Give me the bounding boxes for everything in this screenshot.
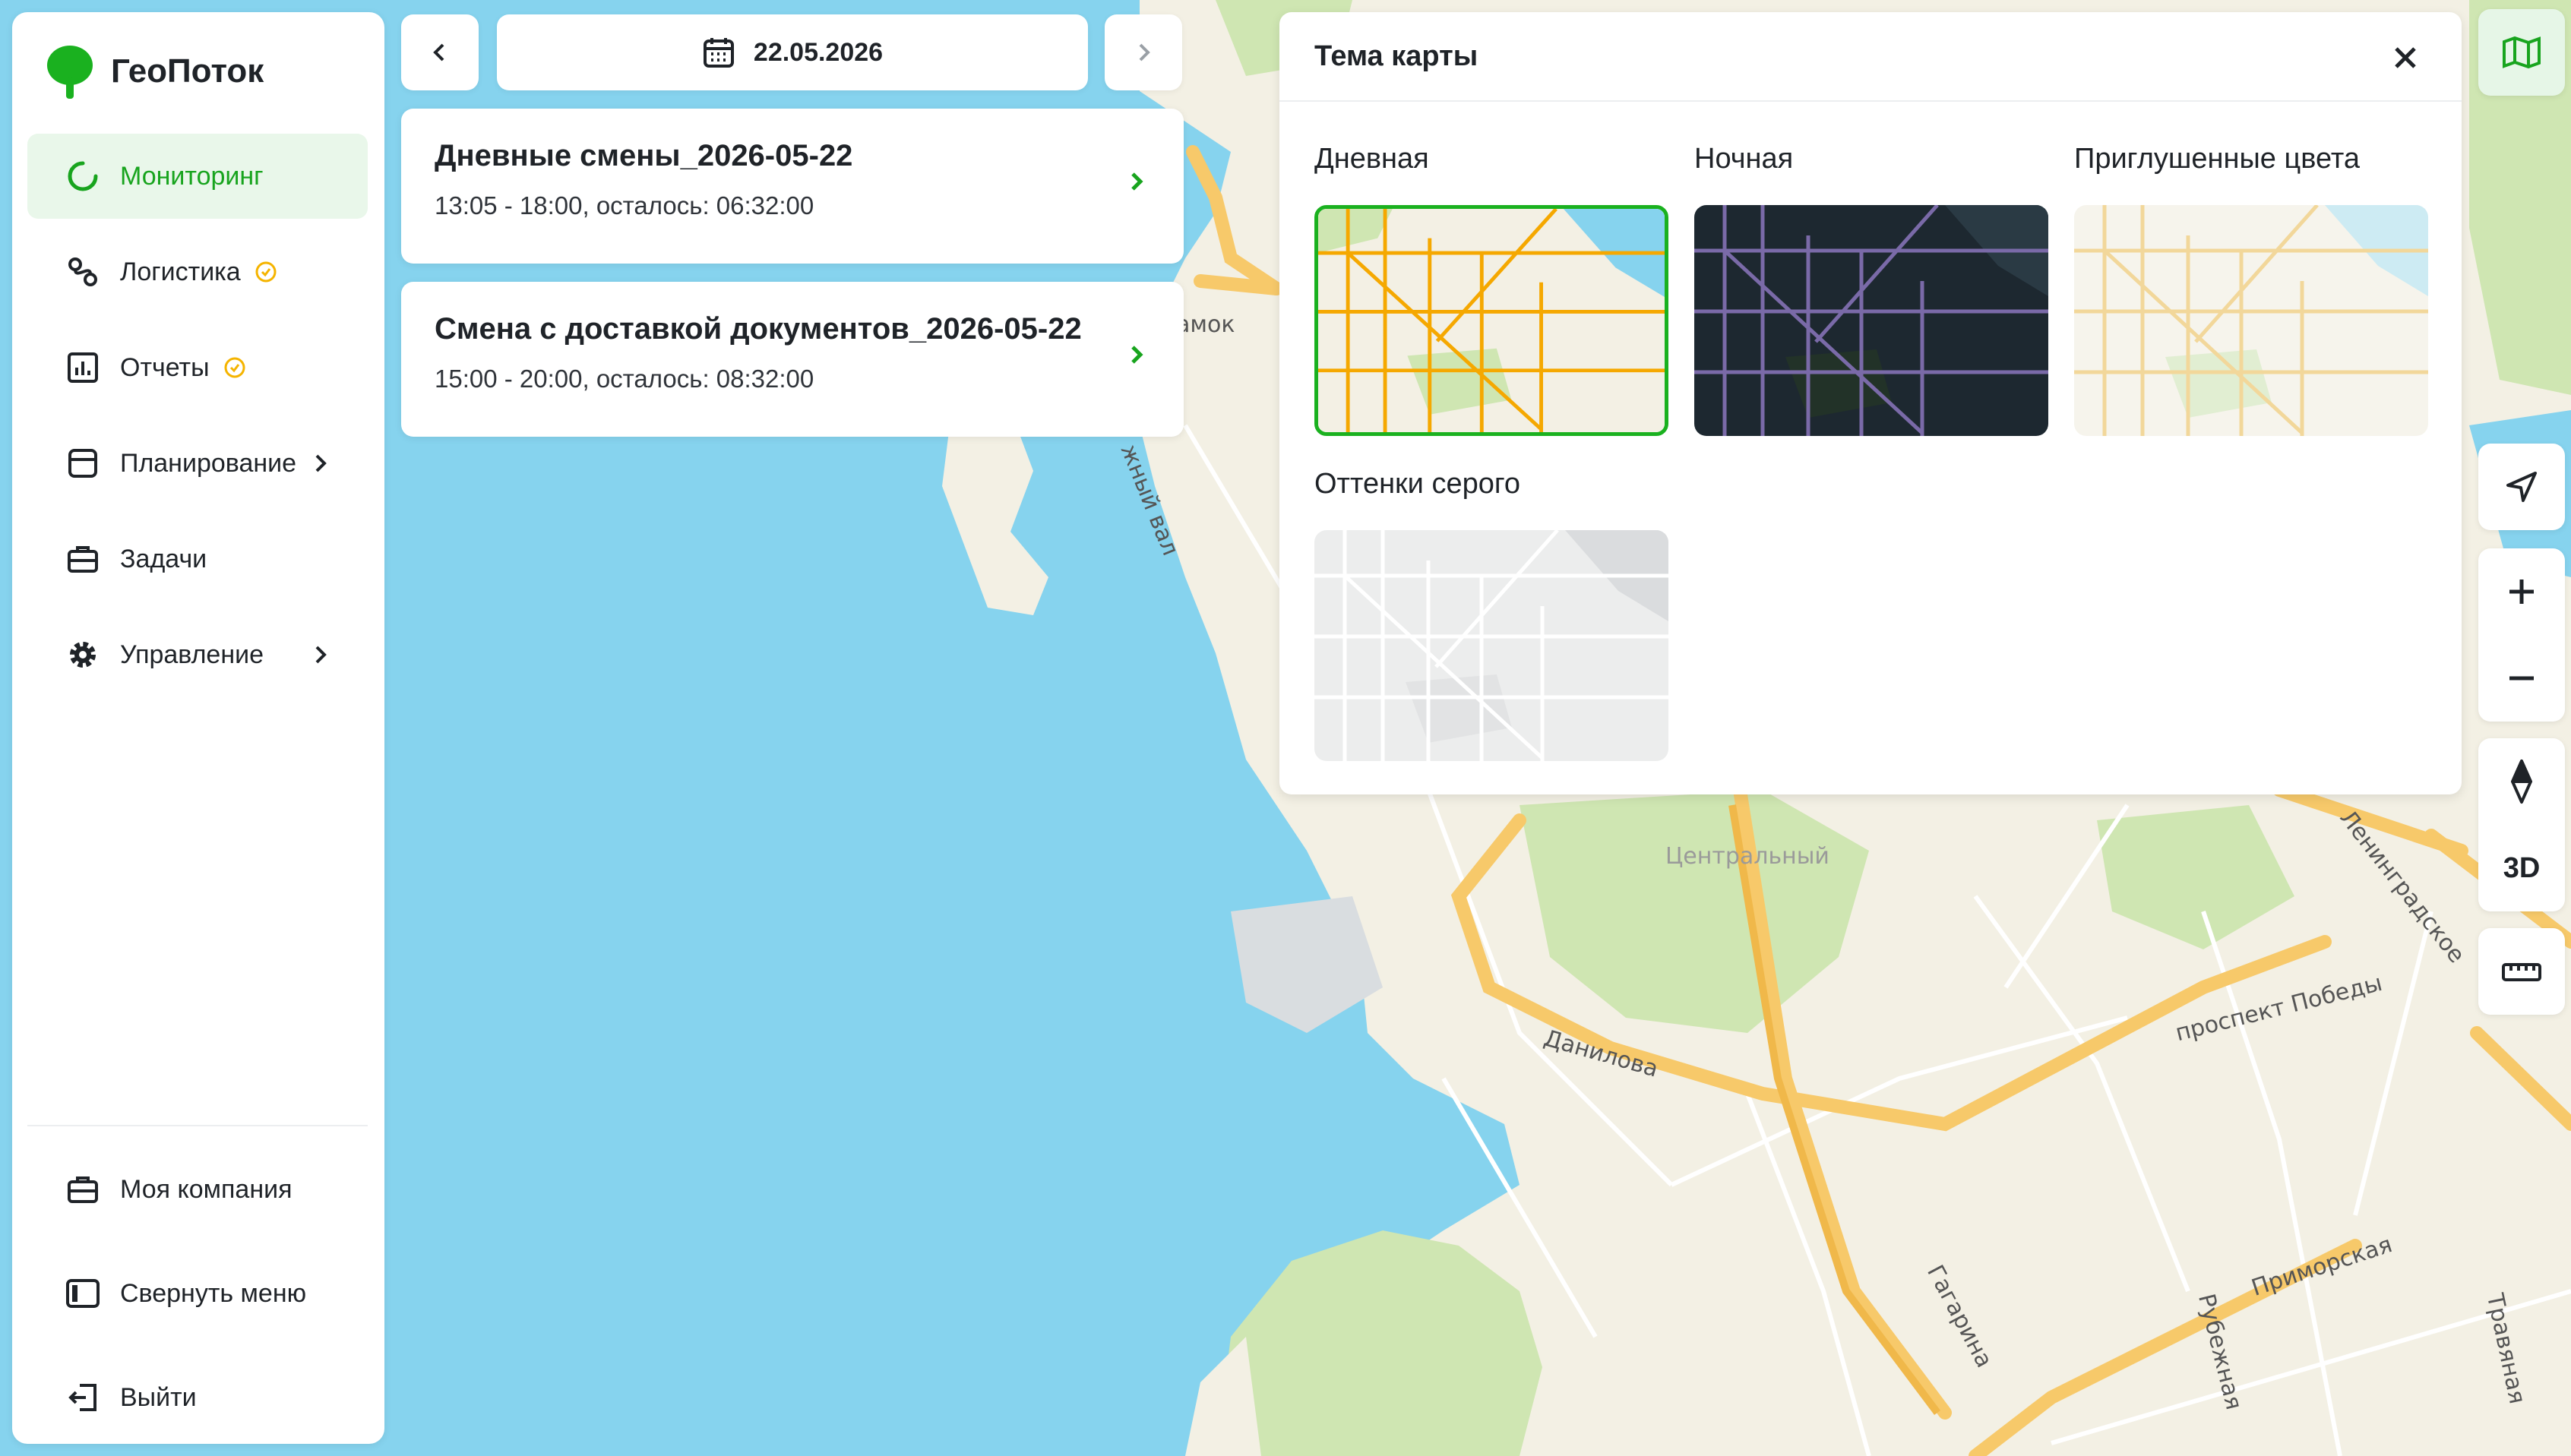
- sidebar-item-label: Мониторинг: [120, 161, 264, 191]
- compass-icon: [2511, 760, 2532, 804]
- sidebar: ГеоПоток Мониторинг Логистика Отчеты Пла…: [12, 12, 384, 1444]
- chevron-right-icon: [307, 450, 334, 477]
- theme-option-muted[interactable]: [2074, 205, 2428, 436]
- logo[interactable]: ГеоПоток: [46, 44, 264, 99]
- clock-badge-icon: [255, 261, 277, 283]
- sidebar-item-label: Управление: [120, 640, 264, 669]
- sidebar-divider: [27, 1125, 368, 1126]
- logout-icon: [65, 1380, 100, 1415]
- view-controls: 3D: [2478, 738, 2565, 911]
- sidebar-item-label: Моя компания: [120, 1174, 293, 1204]
- muted-preview: [2074, 205, 2428, 436]
- sidebar-item-logistics[interactable]: Логистика: [27, 229, 368, 314]
- ruler-button[interactable]: [2478, 928, 2565, 1015]
- zoom-out-button[interactable]: [2478, 635, 2565, 722]
- chevron-right-icon: [307, 641, 334, 668]
- theme-option-day[interactable]: [1314, 205, 1668, 436]
- chevron-left-icon: [433, 43, 444, 62]
- map-theme-button[interactable]: [2478, 9, 2565, 96]
- night-preview: [1694, 205, 2048, 436]
- ruler-icon: [2502, 963, 2541, 981]
- prev-date-button[interactable]: [401, 14, 479, 90]
- zoom-controls: [2478, 548, 2565, 722]
- chart-icon: [65, 350, 100, 385]
- clock-badge-icon: [223, 356, 246, 379]
- sidebar-item-logout[interactable]: Выйти: [27, 1355, 368, 1440]
- shift-card[interactable]: Дневные смены_2026-05-22 13:05 - 18:00, …: [401, 109, 1184, 264]
- sidebar-item-monitoring[interactable]: Мониторинг: [27, 134, 368, 219]
- sidebar-collapse-icon: [65, 1276, 100, 1311]
- day-preview: [1318, 209, 1665, 432]
- theme-label-gray: Оттенки серого: [1314, 468, 1521, 500]
- shift-time: 13:05 - 18:00, осталось: 06:32:00: [435, 191, 814, 220]
- sidebar-item-planning[interactable]: Планирование: [27, 421, 368, 506]
- theme-label-day: Дневная: [1314, 143, 1429, 175]
- gray-preview: [1314, 530, 1668, 761]
- map-icon: [2503, 36, 2541, 69]
- panel-header: Тема карты: [1279, 12, 2462, 102]
- compass-button[interactable]: [2478, 738, 2565, 825]
- date-picker[interactable]: 22.05.2026: [497, 14, 1088, 90]
- theme-label-muted: Приглушенные цвета: [2074, 143, 2360, 175]
- gear-icon: [65, 637, 100, 672]
- minus-icon: [2509, 676, 2534, 681]
- calendar-icon: [703, 38, 734, 68]
- map-label-zamok: амок: [1176, 311, 1235, 338]
- sidebar-item-collapse[interactable]: Свернуть меню: [27, 1251, 368, 1336]
- theme-option-gray[interactable]: [1314, 530, 1668, 761]
- shift-card[interactable]: Смена с доставкой документов_2026-05-22 …: [401, 282, 1184, 437]
- plus-icon: [2509, 580, 2534, 604]
- chevron-right-icon: [1131, 172, 1143, 191]
- sidebar-item-label: Отчеты: [120, 352, 210, 382]
- current-date: 22.05.2026: [753, 37, 884, 67]
- briefcase-icon: [65, 1172, 100, 1207]
- sidebar-item-label: Свернуть меню: [120, 1278, 307, 1308]
- map-theme-panel: Тема карты Дневная Ночная Приглушенные ц…: [1279, 12, 2462, 794]
- sidebar-item-label: Задачи: [120, 544, 207, 573]
- shift-title: Дневные смены_2026-05-22: [435, 139, 853, 172]
- chevron-right-icon: [1131, 346, 1143, 364]
- sidebar-item-label: Планирование: [120, 448, 297, 478]
- shift-title: Смена с доставкой документов_2026-05-22: [435, 312, 1082, 346]
- panel-title: Тема карты: [1314, 39, 1478, 72]
- app-name: ГеоПоток: [111, 52, 264, 90]
- theme-option-night[interactable]: [1694, 205, 2048, 436]
- shift-time: 15:00 - 20:00, осталось: 08:32:00: [435, 365, 814, 393]
- my-location-button[interactable]: [2478, 444, 2565, 530]
- briefcase-icon: [65, 542, 100, 576]
- navigation-arrow-icon: [2506, 472, 2537, 502]
- route-icon: [65, 254, 100, 289]
- sidebar-item-label: Логистика: [120, 257, 241, 286]
- tree-logo-icon: [46, 44, 94, 99]
- toggle-3d-button[interactable]: 3D: [2478, 825, 2565, 911]
- sidebar-item-reports[interactable]: Отчеты: [27, 325, 368, 410]
- theme-label-night: Ночная: [1694, 143, 1794, 175]
- calendar-box-icon: [65, 446, 100, 481]
- chevron-right-icon: [1139, 43, 1150, 62]
- sidebar-item-my-company[interactable]: Моя компания: [27, 1147, 368, 1232]
- zoom-in-button[interactable]: [2478, 548, 2565, 635]
- spinner-icon: [65, 159, 100, 194]
- next-date-button[interactable]: [1105, 14, 1182, 90]
- map-label-district: Центральный: [1665, 843, 1829, 870]
- close-icon[interactable]: [2390, 43, 2421, 73]
- sidebar-item-management[interactable]: Управление: [27, 612, 368, 697]
- sidebar-item-label: Выйти: [120, 1382, 197, 1412]
- sidebar-item-tasks[interactable]: Задачи: [27, 516, 368, 602]
